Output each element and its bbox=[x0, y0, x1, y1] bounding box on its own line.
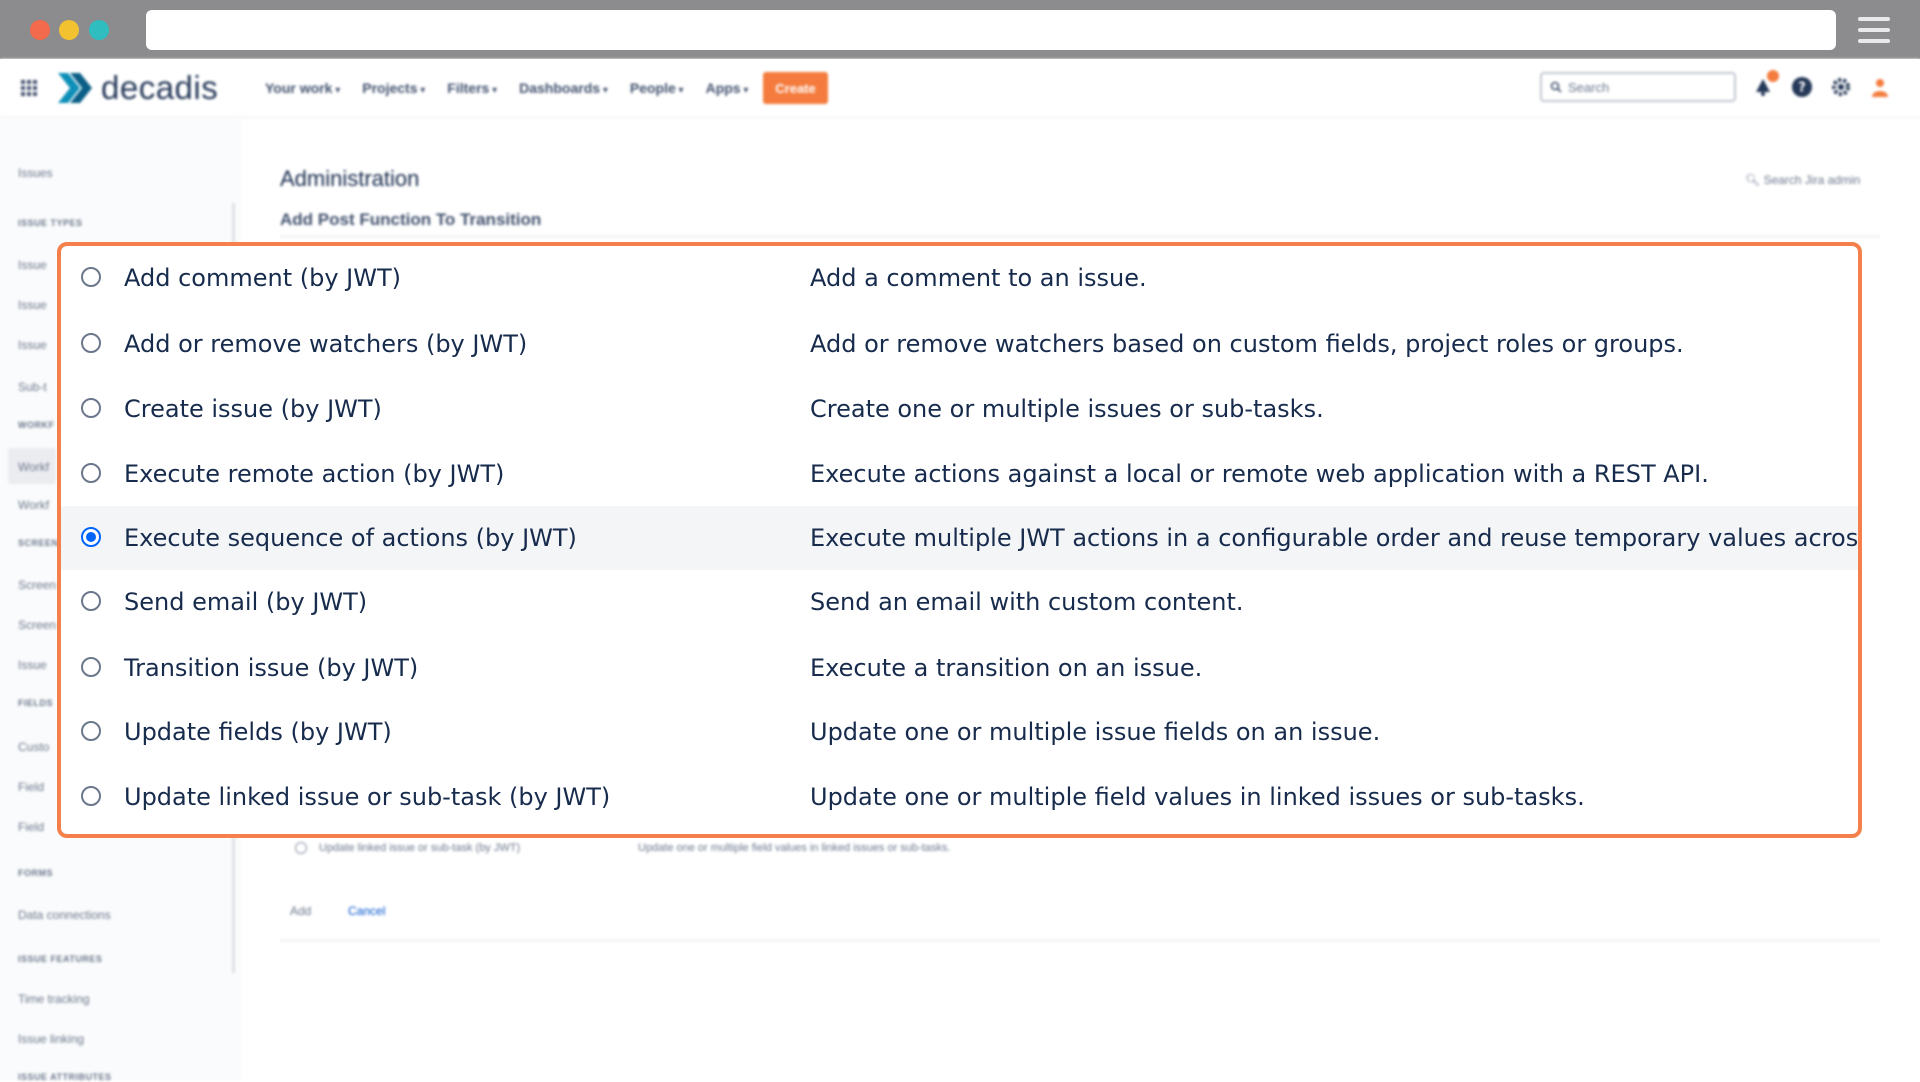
page-subtitle: Add Post Function To Transition bbox=[280, 210, 542, 229]
option-description: Execute a transition on an issue. bbox=[810, 654, 1203, 682]
sidebar-item[interactable]: Workf bbox=[18, 498, 49, 512]
admin-search-icon: 🔍︎ bbox=[1745, 173, 1761, 187]
sidebar-section-heading: FIELDS bbox=[18, 698, 54, 708]
hamburger-menu-icon[interactable] bbox=[1858, 17, 1890, 43]
post-function-option-row[interactable]: Execute remote action (by JWT) Execute ac… bbox=[61, 442, 1858, 506]
sidebar-item[interactable]: Issues bbox=[18, 166, 53, 180]
post-function-options-panel: Add comment (by JWT) Add a comment to an … bbox=[57, 242, 1862, 838]
address-bar[interactable] bbox=[146, 10, 1836, 50]
admin-search-label: Search Jira admin bbox=[1763, 173, 1861, 187]
add-button[interactable]: Add bbox=[290, 904, 311, 918]
create-button[interactable]: Create bbox=[763, 72, 828, 104]
post-function-option-row[interactable]: Create issue (by JWT) Create one or multi… bbox=[61, 377, 1858, 441]
app-header: decadis Your work Projects Filters Dashb… bbox=[0, 59, 1920, 118]
sidebar-section-heading: SCREEN bbox=[18, 538, 59, 548]
option-label[interactable]: Add comment (by JWT) bbox=[124, 264, 401, 292]
option-label[interactable]: Send email (by JWT) bbox=[124, 588, 367, 616]
option-label[interactable]: Create issue (by JWT) bbox=[124, 395, 382, 423]
close-window-button[interactable] bbox=[30, 20, 50, 40]
post-function-option-row[interactable]: Add or remove watchers (by JWT) Add or re… bbox=[61, 312, 1858, 376]
svg-text:?: ? bbox=[1798, 81, 1806, 96]
nav-apps[interactable]: Apps bbox=[706, 80, 749, 96]
radio-button[interactable] bbox=[81, 721, 101, 741]
option-label[interactable]: Transition issue (by JWT) bbox=[124, 654, 418, 682]
top-nav: Your work Projects Filters Dashboards Pe… bbox=[265, 80, 748, 96]
option-description: Add or remove watchers based on custom f… bbox=[810, 330, 1684, 358]
page-title: Administration bbox=[280, 166, 420, 191]
ghost-option-label: Update linked issue or sub-task (by JWT) bbox=[319, 842, 521, 854]
post-function-option-row[interactable]: Update fields (by JWT) Update one or mult… bbox=[61, 700, 1858, 764]
sidebar-item[interactable]: Data connections bbox=[18, 908, 111, 922]
radio-button[interactable] bbox=[81, 657, 101, 677]
ghost-option-description: Update one or multiple field values in l… bbox=[638, 842, 951, 854]
option-label[interactable]: Execute remote action (by JWT) bbox=[124, 460, 504, 488]
post-function-option-row[interactable]: Add comment (by JWT) Add a comment to an … bbox=[61, 246, 1858, 310]
post-function-option-row[interactable]: Transition issue (by JWT) Execute a trans… bbox=[61, 636, 1858, 700]
help-icon[interactable]: ? bbox=[1791, 76, 1813, 98]
nav-people[interactable]: People bbox=[630, 80, 684, 96]
browser-chrome bbox=[0, 0, 1920, 59]
sidebar-section-heading: WORKF bbox=[18, 420, 55, 430]
avatar-icon[interactable] bbox=[1869, 76, 1891, 98]
sidebar-section-heading: ISSUE ATTRIBUTES bbox=[18, 1072, 112, 1082]
settings-gear-icon[interactable] bbox=[1830, 76, 1852, 98]
option-label[interactable]: Add or remove watchers (by JWT) bbox=[124, 330, 527, 358]
option-description: Execute actions against a local or remot… bbox=[810, 460, 1709, 488]
option-description: Create one or multiple issues or sub-tas… bbox=[810, 395, 1324, 423]
sidebar-item[interactable]: Field bbox=[18, 820, 44, 834]
search-placeholder: Search bbox=[1568, 79, 1610, 95]
divider bbox=[280, 236, 1880, 237]
sidebar-item[interactable]: Workf bbox=[18, 460, 49, 474]
option-description: Execute multiple JWT actions in a config… bbox=[810, 524, 1862, 552]
post-function-option-row[interactable]: Send email (by JWT) Send an email with cu… bbox=[61, 570, 1858, 634]
sidebar-item[interactable]: Time tracking bbox=[18, 992, 90, 1006]
sidebar-item[interactable]: Sub-t bbox=[18, 380, 47, 394]
post-function-option-row[interactable]: Update linked issue or sub-task (by JWT)… bbox=[61, 765, 1858, 829]
option-label[interactable]: Execute sequence of actions (by JWT) bbox=[124, 524, 577, 552]
admin-search-link[interactable]: 🔍︎ Search Jira admin bbox=[1745, 173, 1860, 187]
option-label[interactable]: Update linked issue or sub-task (by JWT) bbox=[124, 783, 610, 811]
sidebar-item[interactable]: Issue bbox=[18, 338, 47, 352]
sidebar-item[interactable]: Issue linking bbox=[18, 1032, 84, 1046]
search-input[interactable]: Search bbox=[1540, 72, 1736, 102]
radio-button-selected[interactable] bbox=[81, 527, 101, 547]
search-icon bbox=[1550, 81, 1562, 93]
sidebar-section-heading: ISSUE FEATURES bbox=[18, 954, 103, 964]
option-description: Add a comment to an issue. bbox=[810, 264, 1147, 292]
radio-button[interactable] bbox=[81, 786, 101, 806]
sidebar-section-heading: ISSUE TYPES bbox=[18, 218, 83, 228]
post-function-option-row[interactable]: Execute sequence of actions (by JWT) Exec… bbox=[61, 506, 1858, 570]
notification-badge bbox=[1767, 70, 1779, 82]
decadis-logo-icon bbox=[58, 73, 92, 103]
nav-dashboards[interactable]: Dashboards bbox=[519, 80, 608, 96]
nav-filters[interactable]: Filters bbox=[447, 80, 497, 96]
radio-button[interactable] bbox=[81, 591, 101, 611]
nav-your-work[interactable]: Your work bbox=[265, 80, 340, 96]
sidebar-item[interactable]: Issue bbox=[18, 658, 47, 672]
sidebar-item[interactable]: Issue bbox=[18, 258, 47, 272]
maximize-window-button[interactable] bbox=[89, 20, 109, 40]
radio-button[interactable] bbox=[81, 333, 101, 353]
option-description: Send an email with custom content. bbox=[810, 588, 1244, 616]
divider bbox=[280, 940, 1880, 941]
sidebar-section-heading: FORMS bbox=[18, 868, 53, 878]
radio-button[interactable] bbox=[81, 267, 101, 287]
sidebar-item[interactable]: Field bbox=[18, 780, 44, 794]
cancel-link[interactable]: Cancel bbox=[348, 904, 385, 918]
nav-projects[interactable]: Projects bbox=[362, 80, 425, 96]
radio-button[interactable] bbox=[81, 463, 101, 483]
option-description: Update one or multiple issue fields on a… bbox=[810, 718, 1381, 746]
ghost-option-row[interactable]: Update linked issue or sub-task (by JWT) bbox=[295, 842, 521, 855]
radio-button[interactable] bbox=[81, 398, 101, 418]
ghost-radio bbox=[295, 842, 307, 855]
option-description: Update one or multiple field values in l… bbox=[810, 783, 1585, 811]
minimize-window-button[interactable] bbox=[59, 20, 79, 40]
option-label[interactable]: Update fields (by JWT) bbox=[124, 718, 392, 746]
sidebar-item[interactable]: Screen bbox=[18, 578, 56, 592]
logo-text: decadis bbox=[101, 69, 219, 106]
sidebar-item[interactable]: Screen bbox=[18, 618, 56, 632]
sidebar-item[interactable]: Issue bbox=[18, 298, 47, 312]
app-switcher-icon[interactable] bbox=[21, 80, 37, 96]
sidebar-item[interactable]: Custo bbox=[18, 740, 49, 754]
